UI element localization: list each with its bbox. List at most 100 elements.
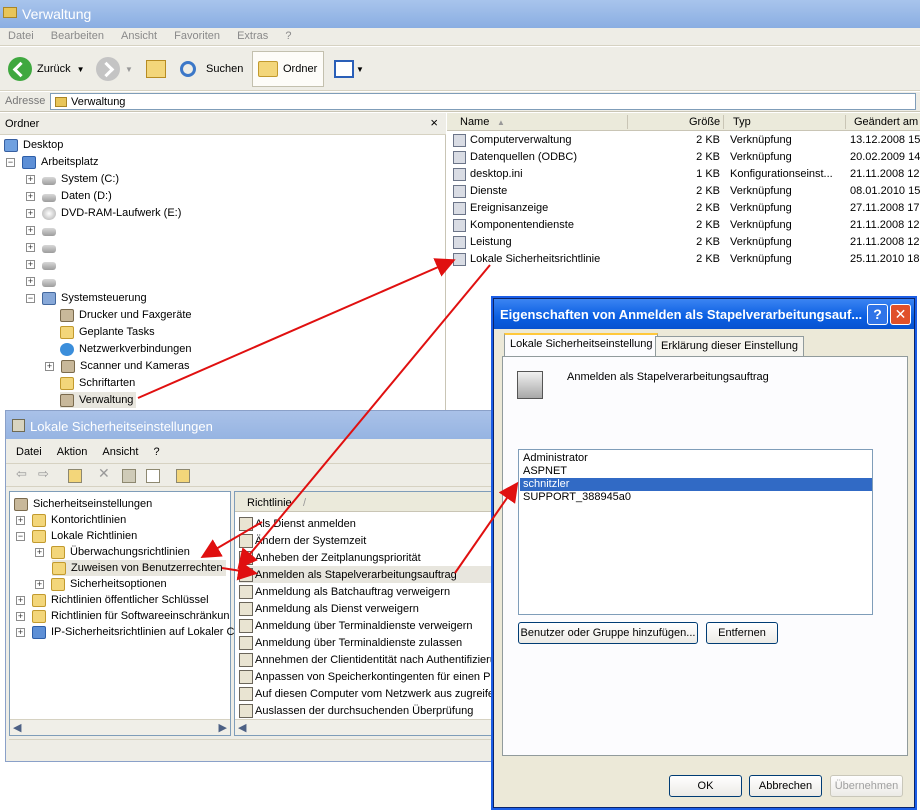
- menu-help[interactable]: ?: [285, 30, 291, 42]
- tree-item-software[interactable]: + Richtlinien für Softwareeinschränkun: [16, 608, 230, 624]
- expand-icon[interactable]: +: [26, 276, 35, 286]
- address-field[interactable]: Verwaltung: [50, 93, 916, 110]
- user-list[interactable]: Administrator ASPNET schnitzler SUPPORT_…: [518, 449, 873, 615]
- list-item-user[interactable]: Administrator: [520, 452, 872, 465]
- tree-item-dvd[interactable]: + DVD-RAM-Laufwerk (E:): [26, 205, 181, 221]
- tab-erklaerung[interactable]: Erklärung dieser Einstellung: [655, 336, 804, 356]
- menu-datei[interactable]: Datei: [8, 30, 34, 42]
- horizontal-scrollbar[interactable]: ◀: [235, 719, 496, 735]
- expand-icon[interactable]: +: [45, 361, 54, 371]
- policy-row[interactable]: Annehmen der Clientidentität nach Authen…: [239, 651, 496, 668]
- file-row[interactable]: Ereignisanzeige 2 KB Verknüpfung 27.11.2008…: [447, 200, 920, 217]
- close-icon[interactable]: ×: [430, 115, 438, 130]
- policy-row[interactable]: Anmelden als Stapelverarbeitungsauftrag: [239, 566, 495, 583]
- policy-row[interactable]: Ändern der Systemzeit: [239, 532, 366, 549]
- tree-item-drucker[interactable]: Drucker und Faxgeräte: [60, 307, 192, 323]
- views-button[interactable]: ▼: [334, 53, 364, 85]
- file-row[interactable]: desktop.ini 1 KB Konfigurationseinst... 21.…: [447, 166, 920, 183]
- expand-icon[interactable]: +: [35, 547, 44, 557]
- menu-help[interactable]: ?: [154, 446, 160, 458]
- tree-item-scanner[interactable]: + Scanner und Kameras: [45, 358, 189, 374]
- ok-button[interactable]: OK: [669, 775, 742, 797]
- expand-icon[interactable]: +: [16, 595, 25, 605]
- tree-item-drive[interactable]: +: [26, 256, 61, 272]
- menu-favoriten[interactable]: Favoriten: [174, 30, 220, 42]
- menu-aktion[interactable]: Aktion: [57, 446, 88, 458]
- policy-row[interactable]: Auslassen der durchsuchenden Überprüfung: [239, 702, 473, 719]
- remove-button[interactable]: Entfernen: [706, 622, 778, 644]
- list-item-user[interactable]: SUPPORT_388945a0: [520, 491, 872, 504]
- list-item-user-selected[interactable]: schnitzler: [520, 478, 872, 491]
- tree-item-schriftarten[interactable]: Schriftarten: [60, 375, 135, 391]
- file-row[interactable]: Dienste 2 KB Verknüpfung 08.01.2010 15: [447, 183, 920, 200]
- help-button[interactable]: ?: [867, 304, 888, 325]
- dropdown-arrow-icon[interactable]: ▼: [125, 65, 133, 74]
- add-user-button[interactable]: Benutzer oder Gruppe hinzufügen...: [518, 622, 698, 644]
- policy-row[interactable]: Anmeldung als Batchauftrag verweigern: [239, 583, 450, 600]
- policy-row[interactable]: Als Dienst anmelden: [239, 515, 356, 532]
- tree-item-daten[interactable]: + Daten (D:): [26, 188, 112, 204]
- up-folder-icon[interactable]: [68, 469, 82, 483]
- menu-ansicht[interactable]: Ansicht: [102, 446, 138, 458]
- export-list-icon[interactable]: [146, 469, 160, 483]
- column-divider[interactable]: [845, 115, 846, 129]
- dropdown-arrow-icon[interactable]: ▼: [356, 65, 364, 74]
- column-richtlinie[interactable]: Richtlinie: [247, 497, 292, 509]
- column-size[interactable]: Größe: [689, 116, 720, 128]
- expand-icon[interactable]: +: [26, 259, 35, 269]
- expand-icon[interactable]: +: [26, 242, 35, 252]
- expand-icon[interactable]: +: [26, 191, 35, 201]
- tree-item-systemsteuerung[interactable]: − Systemsteuerung: [26, 290, 147, 306]
- policy-row[interactable]: Auf diesen Computer vom Netzwerk aus zug…: [239, 685, 496, 702]
- expand-icon[interactable]: +: [26, 208, 35, 218]
- collapse-icon[interactable]: −: [26, 293, 35, 303]
- tab-lokale-sicherheitseinstellung[interactable]: Lokale Sicherheitseinstellung: [504, 333, 659, 357]
- column-name[interactable]: Name: [460, 116, 489, 128]
- collapse-icon[interactable]: −: [16, 531, 25, 541]
- policy-row[interactable]: Anpassen von Speicherkontingenten für ei…: [239, 668, 496, 685]
- policy-row[interactable]: Anmeldung als Dienst verweigern: [239, 600, 419, 617]
- expand-icon[interactable]: +: [26, 225, 35, 235]
- tree-item-drive[interactable]: +: [26, 273, 61, 289]
- search-button[interactable]: Suchen: [180, 53, 243, 85]
- back-arrow-icon[interactable]: ⇦: [16, 466, 30, 481]
- menu-ansicht[interactable]: Ansicht: [121, 30, 157, 42]
- column-changed[interactable]: Geändert am: [854, 116, 918, 128]
- menu-bearbeiten[interactable]: Bearbeiten: [51, 30, 104, 42]
- forward-arrow-icon[interactable]: ⇨: [38, 466, 52, 481]
- expand-icon[interactable]: +: [16, 515, 25, 525]
- policy-row[interactable]: Anmeldung über Terminaldienste zulassen: [239, 634, 462, 651]
- tree-item-ueberwachung[interactable]: + Überwachungsrichtlinien: [35, 544, 190, 560]
- delete-icon[interactable]: ✕: [98, 465, 112, 481]
- file-row[interactable]: Lokale Sicherheitsrichtlinie 2 KB Verknüpf…: [447, 251, 920, 268]
- tree-item-system[interactable]: + System (C:): [26, 171, 119, 187]
- column-divider[interactable]: [723, 115, 724, 129]
- scroll-right-icon[interactable]: ▶: [219, 721, 227, 734]
- tree-item-lokale-richtlinien[interactable]: − Lokale Richtlinien: [16, 528, 137, 544]
- tree-item-kontorichtlinien[interactable]: + Kontorichtlinien: [16, 512, 126, 528]
- file-row[interactable]: Computerverwaltung 2 KB Verknüpfung 13.12.2…: [447, 132, 920, 149]
- tree-item-arbeitsplatz[interactable]: − Arbeitsplatz: [6, 154, 98, 170]
- column-type[interactable]: Typ: [733, 116, 751, 128]
- collapse-icon[interactable]: −: [6, 157, 15, 167]
- file-row[interactable]: Leistung 2 KB Verknüpfung 21.11.2008 12: [447, 234, 920, 251]
- up-folder-button[interactable]: [146, 53, 166, 85]
- tree-item-zuweisen[interactable]: Zuweisen von Benutzerrechten: [52, 560, 226, 576]
- close-button[interactable]: ✕: [890, 304, 911, 325]
- apply-button[interactable]: Übernehmen: [830, 775, 903, 797]
- properties-icon[interactable]: [122, 469, 136, 483]
- tree-item-geplant[interactable]: Geplante Tasks: [60, 324, 155, 340]
- file-row[interactable]: Komponentendienste 2 KB Verknüpfung 21.11.2…: [447, 217, 920, 234]
- tree-item-sicherheitsoptionen[interactable]: + Sicherheitsoptionen: [35, 576, 167, 592]
- scroll-left-icon[interactable]: ◀: [13, 721, 21, 734]
- scroll-left-icon[interactable]: ◀: [238, 721, 246, 734]
- help-icon[interactable]: [176, 469, 190, 483]
- policy-row[interactable]: Anmeldung über Terminaldienste verweiger…: [239, 617, 472, 634]
- expand-icon[interactable]: +: [26, 174, 35, 184]
- expand-icon[interactable]: +: [16, 627, 25, 637]
- expand-icon[interactable]: +: [35, 579, 44, 589]
- menu-datei[interactable]: Datei: [16, 446, 42, 458]
- list-item-user[interactable]: ASPNET: [520, 465, 872, 478]
- menu-extras[interactable]: Extras: [237, 30, 268, 42]
- forward-button[interactable]: ▼: [96, 53, 133, 85]
